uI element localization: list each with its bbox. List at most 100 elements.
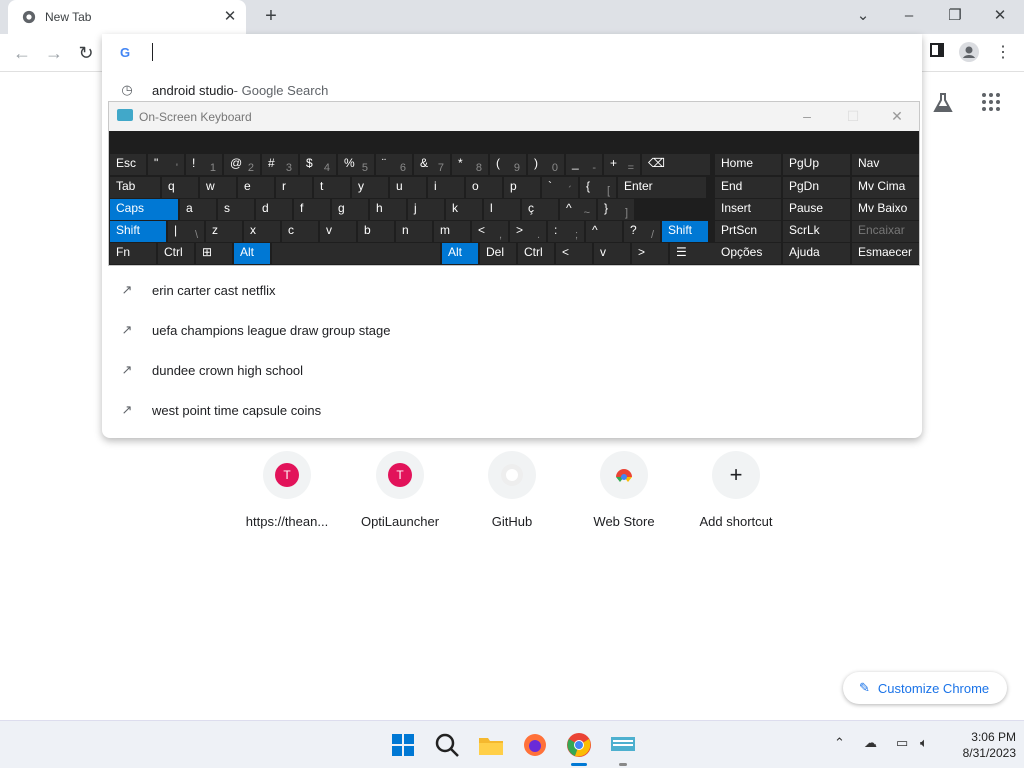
suggestion-item[interactable]: ↗ uefa champions league draw group stage (102, 310, 922, 350)
osk-nav-key[interactable]: Mv Baixo (852, 199, 919, 220)
osk-key[interactable]: ⌫ (642, 154, 710, 175)
osk-nav-key[interactable]: Esmaecer (852, 243, 919, 264)
osk-key[interactable]: % 5 (338, 154, 374, 175)
osk-key[interactable]: $4 (300, 154, 336, 175)
osk-key[interactable]: s (218, 199, 254, 220)
osk-key[interactable] (272, 243, 440, 264)
osk-key[interactable]: l (484, 199, 520, 220)
close-window-button[interactable]: ✕ (985, 4, 1015, 28)
osk-key[interactable]: ⊞ (196, 243, 232, 264)
osk-key[interactable]: {[ (580, 177, 616, 198)
osk-maximize-button[interactable]: ☐ (839, 106, 867, 126)
add-shortcut-tile[interactable]: + Add shortcut (681, 451, 791, 529)
osk-key[interactable]: Shift (110, 221, 166, 242)
show-hidden-icons-icon[interactable]: ⌃ (834, 735, 845, 751)
osk-key[interactable]: p (504, 177, 540, 198)
osk-key[interactable]: o (466, 177, 502, 198)
osk-key[interactable]: z (206, 221, 242, 242)
suggestion-item[interactable]: ↗ dundee crown high school (102, 350, 922, 390)
osk-close-button[interactable]: ✕ (883, 106, 911, 126)
osk-nav-key[interactable]: Opções (715, 243, 781, 264)
shortcut-tile[interactable]: T https://thean... (232, 451, 342, 529)
osk-nav-key[interactable]: Nav (852, 154, 919, 175)
osk-key[interactable]: > (632, 243, 668, 264)
back-arrow-icon[interactable]: ← (10, 41, 34, 65)
osk-key[interactable]: c (282, 221, 318, 242)
osk-key[interactable]: Caps (110, 199, 178, 220)
osk-key[interactable]: f (294, 199, 330, 220)
osk-key[interactable]: Alt (234, 243, 270, 264)
apps-grid-icon[interactable] (978, 92, 1004, 114)
osk-minimize-button[interactable]: – (793, 106, 821, 126)
osk-key[interactable]: v (320, 221, 356, 242)
osk-key[interactable]: + = (604, 154, 640, 175)
onedrive-icon[interactable]: ☁ (864, 735, 877, 751)
osk-key[interactable]: b (358, 221, 394, 242)
osk-key[interactable]: " ' (148, 154, 184, 175)
osk-key[interactable]: ç (522, 199, 558, 220)
osk-nav-key[interactable]: PgUp (783, 154, 850, 175)
restore-button[interactable]: ❐ (940, 4, 970, 28)
osk-key[interactable]: t (314, 177, 350, 198)
osk-key[interactable]: w (200, 177, 236, 198)
osk-key[interactable]: ) 0 (528, 154, 564, 175)
chrome-taskbar-icon[interactable] (565, 731, 593, 759)
osk-key[interactable]: }] (598, 199, 634, 220)
volume-icon[interactable]: 🔈︎ (920, 735, 928, 751)
osk-key[interactable]: k (446, 199, 482, 220)
osk-key[interactable]: _ - (566, 154, 602, 175)
customize-chrome-button[interactable]: ✎ Customize Chrome (843, 672, 1007, 704)
reload-icon[interactable]: ↻ (74, 41, 98, 65)
osk-key[interactable]: #3 (262, 154, 298, 175)
search-icon[interactable] (433, 731, 461, 759)
labs-flask-icon[interactable] (930, 92, 956, 114)
osk-key[interactable]: y (352, 177, 388, 198)
tab-search-icon[interactable]: ⌄ (848, 4, 878, 28)
osk-key[interactable]: r (276, 177, 312, 198)
new-tab-button[interactable]: + (260, 5, 282, 27)
osk-key[interactable]: :; (548, 221, 584, 242)
osk-key[interactable]: n (396, 221, 432, 242)
osk-nav-key[interactable]: Insert (715, 199, 781, 220)
system-clock[interactable]: 3:06 PM 8/31/2023 (950, 729, 1016, 761)
osk-key[interactable]: ! 1 (186, 154, 222, 175)
osk-key[interactable]: Alt (442, 243, 478, 264)
osk-key[interactable]: d (256, 199, 292, 220)
osk-key[interactable]: v (594, 243, 630, 264)
network-icon[interactable]: ▭ (896, 735, 908, 751)
osk-key[interactable]: u (390, 177, 426, 198)
osk-key[interactable]: Tab (110, 177, 160, 198)
osk-key[interactable]: m (434, 221, 470, 242)
osk-key[interactable]: ^ (586, 221, 622, 242)
side-panel-icon[interactable] (926, 42, 948, 64)
osk-key[interactable]: & 7 (414, 154, 450, 175)
osk-key[interactable]: ^ ~ (560, 199, 596, 220)
osk-key[interactable]: a (180, 199, 216, 220)
suggestion-item[interactable]: ↗ west point time capsule coins (102, 390, 922, 430)
osk-key[interactable]: ` ´ (542, 177, 578, 198)
osk-key[interactable]: ☰ (670, 243, 716, 264)
profile-avatar-icon[interactable] (958, 42, 980, 64)
osk-titlebar[interactable]: On-Screen Keyboard – ☐ ✕ (109, 102, 919, 131)
osk-key[interactable]: Esc (110, 154, 146, 175)
osk-key[interactable]: >. (510, 221, 546, 242)
osk-key[interactable]: Shift (662, 221, 708, 242)
osk-key[interactable]: q (162, 177, 198, 198)
osk-nav-key[interactable]: Home (715, 154, 781, 175)
close-tab-icon[interactable]: ✕ (222, 9, 238, 25)
osk-key[interactable]: < (556, 243, 592, 264)
osk-key[interactable]: Del (480, 243, 516, 264)
osk-nav-key[interactable]: Pause (783, 199, 850, 220)
file-explorer-icon[interactable] (477, 731, 505, 759)
osk-nav-key[interactable]: Mv Cima (852, 177, 919, 198)
osk-nav-key[interactable]: End (715, 177, 781, 198)
forward-arrow-icon[interactable]: → (42, 41, 66, 65)
osk-nav-key[interactable]: PrtScn (715, 221, 781, 242)
osk-key[interactable]: j (408, 199, 444, 220)
osk-key[interactable]: Enter (618, 177, 706, 198)
windows-start-icon[interactable] (389, 731, 417, 759)
osk-key[interactable]: | \ (168, 221, 204, 242)
osk-key[interactable]: i (428, 177, 464, 198)
suggestion-item[interactable]: ↗ erin carter cast netflix (102, 270, 922, 310)
osk-key[interactable]: e (238, 177, 274, 198)
